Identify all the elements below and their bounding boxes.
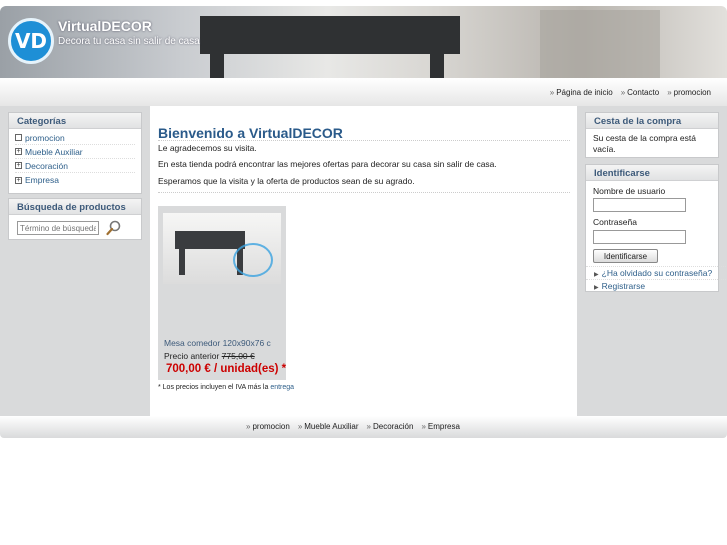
search-input[interactable] bbox=[17, 221, 99, 235]
categories-title: Categorías bbox=[9, 113, 141, 129]
double-chevron-icon: » bbox=[421, 422, 426, 431]
search-icon[interactable] bbox=[105, 219, 123, 237]
double-chevron-icon: » bbox=[246, 422, 251, 431]
old-price-label: Precio anterior bbox=[164, 351, 220, 361]
category-label: Empresa bbox=[25, 175, 60, 185]
product-price: 700,00 € / unidad(es) * bbox=[166, 363, 287, 375]
divider bbox=[158, 192, 570, 193]
double-chevron-icon: » bbox=[620, 88, 626, 97]
product-old-price: Precio anterior 775,00 € bbox=[164, 351, 255, 361]
divider bbox=[158, 140, 570, 141]
username-field[interactable] bbox=[593, 198, 686, 212]
footer-label: promocion bbox=[252, 422, 290, 431]
plus-box-icon[interactable]: + bbox=[15, 148, 22, 155]
topnav-item-contact[interactable]: » Contacto bbox=[621, 88, 659, 97]
intro-text: En esta tienda podrá encontrar las mejor… bbox=[158, 159, 497, 169]
footer-item-empresa[interactable]: » Empresa bbox=[421, 422, 459, 431]
main-content: Bienvenido a VirtualDECOR Le agradecemos… bbox=[150, 106, 577, 416]
categories-box: Categorías promocion + Mueble Auxiliar + D… bbox=[8, 112, 142, 194]
category-item-promocion[interactable]: promocion bbox=[15, 131, 135, 145]
cart-empty-text: Su cesta de la compra está vacía. bbox=[593, 133, 697, 154]
footer-label: Decoración bbox=[372, 422, 414, 431]
empty-box-icon bbox=[15, 134, 22, 141]
plus-box-icon[interactable]: + bbox=[15, 176, 22, 184]
header-banner: VD VirtualDECOR Decora tu casa sin salir… bbox=[0, 6, 727, 78]
forgot-password-label: ¿Ha olvidado su contraseña? bbox=[601, 268, 713, 278]
login-box: Identificarse Nombre de usuario Contrase… bbox=[585, 164, 726, 292]
login-links: ▶ ¿Ha olvidado su contraseña? ▶ Registrars… bbox=[586, 266, 726, 292]
search-box: Búsqueda de productos bbox=[8, 198, 142, 240]
cart-title[interactable]: Cesta de la compra bbox=[586, 113, 718, 129]
category-item-mueble-auxiliar[interactable]: + Mueble Auxiliar bbox=[15, 145, 135, 159]
topnav-item-promocion[interactable]: » promocion bbox=[667, 88, 711, 97]
footer-label: Mueble Auxiliar bbox=[304, 422, 359, 431]
topnav-item-home[interactable]: » Página de inicio bbox=[550, 88, 613, 97]
double-chevron-icon: » bbox=[297, 422, 303, 431]
footer-item-mueble-auxiliar[interactable]: » Mueble Auxiliar bbox=[298, 422, 359, 431]
login-button[interactable]: Identificarse bbox=[593, 249, 658, 263]
username-label: Nombre de usuario bbox=[593, 186, 666, 196]
product-table-leg bbox=[179, 247, 185, 275]
category-item-decoracion[interactable]: + Decoración bbox=[15, 159, 135, 173]
register-label: Registrarse bbox=[601, 281, 646, 291]
site-title[interactable]: VirtualDECOR bbox=[58, 18, 152, 34]
topnav-label: Página de inicio bbox=[556, 88, 613, 97]
vat-note: * Los precios incluyen el IVA más la ent… bbox=[158, 384, 294, 391]
page-title: Bienvenido a VirtualDECOR bbox=[158, 125, 343, 141]
old-price-value: 775,00 € bbox=[221, 351, 255, 361]
site-logo[interactable]: VD bbox=[8, 18, 54, 64]
product-image[interactable] bbox=[163, 213, 281, 284]
cart-box: Cesta de la compra Su cesta de la compra… bbox=[585, 112, 719, 158]
hope-text: Esperamos que la visita y la oferta de p… bbox=[158, 176, 415, 186]
product-stamp-image bbox=[233, 243, 273, 277]
footer-item-promocion[interactable]: » promocion bbox=[246, 422, 290, 431]
banner-table-leg bbox=[430, 50, 444, 78]
login-title: Identificarse bbox=[586, 165, 718, 181]
category-item-empresa[interactable]: + Empresa bbox=[15, 173, 135, 187]
banner-table-leg bbox=[210, 50, 224, 78]
triangle-right-icon: ▶ bbox=[594, 272, 599, 278]
password-field[interactable] bbox=[593, 230, 686, 244]
product-card[interactable]: Mesa comedor 120x90x76 c Precio anterior… bbox=[158, 206, 286, 380]
product-table-shape bbox=[175, 231, 245, 249]
double-chevron-icon: » bbox=[366, 422, 371, 431]
footer-navigation: » promocion » Mueble Auxiliar » Decoración … bbox=[0, 416, 727, 438]
footer-label: Empresa bbox=[427, 422, 460, 431]
site-slogan: Decora tu casa sin salir de casa bbox=[58, 36, 200, 47]
welcome-text: Le agradecemos su visita. bbox=[158, 143, 257, 153]
banner-chair-image bbox=[540, 10, 660, 78]
vat-note-text: * Los precios incluyen el IVA más la bbox=[158, 384, 269, 391]
forgot-password-link[interactable]: ▶ ¿Ha olvidado su contraseña? bbox=[586, 266, 726, 279]
category-label: Mueble Auxiliar bbox=[25, 146, 83, 157]
topnav-label: Contacto bbox=[627, 88, 660, 97]
banner-table-image bbox=[200, 16, 460, 54]
register-link[interactable]: ▶ Registrarse bbox=[586, 279, 726, 292]
product-name[interactable]: Mesa comedor 120x90x76 c bbox=[164, 338, 271, 348]
double-chevron-icon: » bbox=[667, 88, 672, 97]
category-label: promocion bbox=[25, 132, 65, 143]
category-label: Decoración bbox=[25, 160, 68, 171]
left-sidebar: Categorías promocion + Mueble Auxiliar + D… bbox=[0, 106, 150, 416]
footer-item-decoracion[interactable]: » Decoración bbox=[367, 422, 414, 431]
topnav-label: promocion bbox=[673, 88, 711, 97]
password-label: Contraseña bbox=[593, 217, 637, 227]
top-navigation: » Página de inicio » Contacto » promocion bbox=[0, 78, 727, 106]
search-title: Búsqueda de productos bbox=[9, 199, 141, 215]
triangle-right-icon: ▶ bbox=[594, 285, 599, 291]
double-chevron-icon: » bbox=[549, 88, 555, 97]
plus-box-icon[interactable]: + bbox=[15, 162, 22, 169]
right-sidebar: Cesta de la compra Su cesta de la compra… bbox=[577, 106, 727, 416]
delivery-link[interactable]: entrega bbox=[270, 384, 294, 391]
